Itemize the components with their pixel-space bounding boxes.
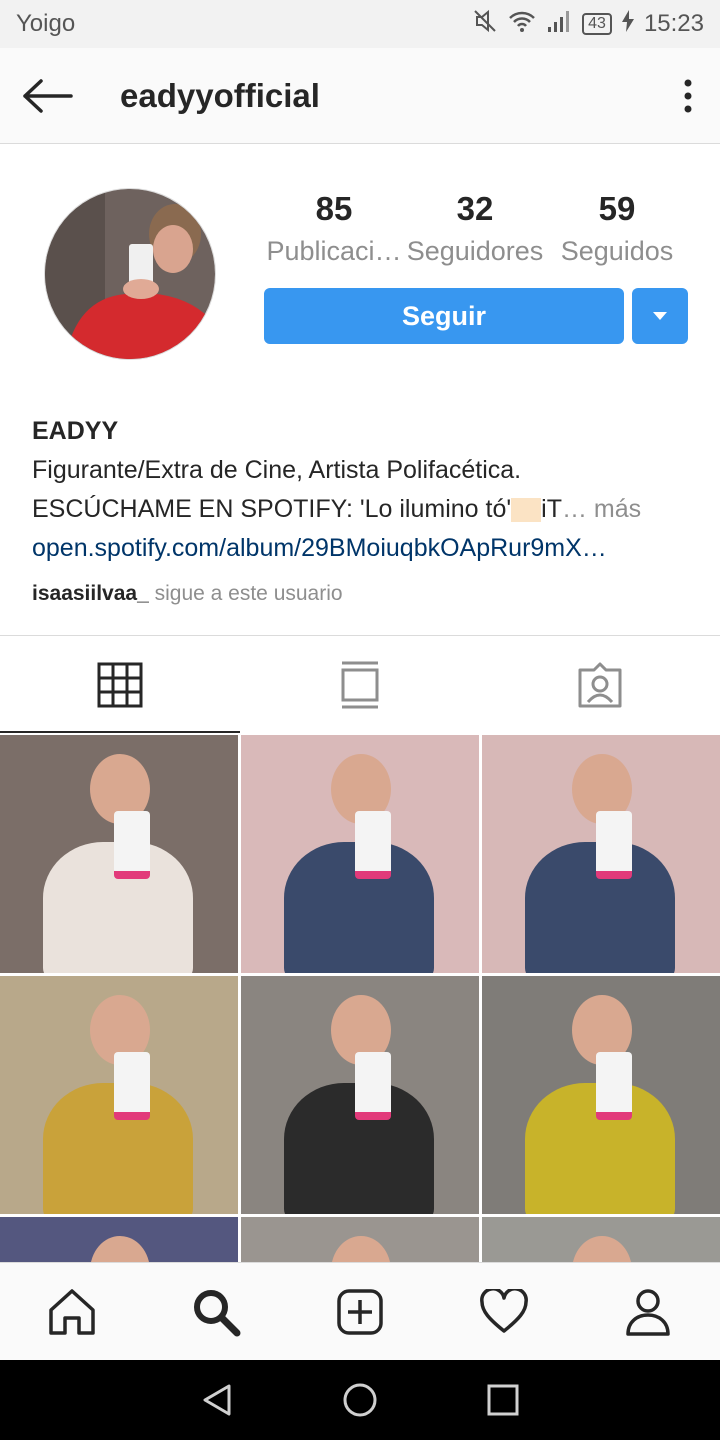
tab-tagged[interactable] xyxy=(480,636,720,733)
back-arrow-icon xyxy=(23,78,73,113)
bio-line-2: ESCÚCHAME EN SPOTIFY: 'Lo ilumino tó' iT…… xyxy=(32,490,692,529)
post-thumbnail[interactable] xyxy=(482,735,720,973)
followed-by-note: isaasiilvaa_ sigue a este usuario xyxy=(32,574,692,613)
home-circle-icon[interactable] xyxy=(343,1383,377,1417)
nav-home[interactable] xyxy=(0,1263,144,1360)
mute-icon xyxy=(472,8,498,41)
header-username: eadyyofficial xyxy=(120,76,320,114)
add-post-icon xyxy=(337,1288,383,1335)
charging-icon xyxy=(621,9,634,39)
post-thumbnail[interactable] xyxy=(241,976,479,1214)
post-phone xyxy=(596,1052,633,1121)
grid-icon xyxy=(97,662,143,707)
nav-activity[interactable] xyxy=(432,1263,576,1360)
profile-bio: EADYY Figurante/Extra de Cine, Artista P… xyxy=(32,412,692,613)
profile-header: eadyyofficial xyxy=(0,48,720,144)
profile-tabs xyxy=(0,635,720,733)
tab-feed[interactable] xyxy=(240,636,480,733)
more-link[interactable]: … más xyxy=(562,495,641,523)
bottom-navigation xyxy=(0,1262,720,1360)
nav-profile[interactable] xyxy=(576,1263,720,1360)
heart-icon xyxy=(480,1288,528,1333)
recents-square-icon[interactable] xyxy=(487,1384,519,1416)
feed-icon xyxy=(341,661,379,708)
status-bar: Yoigo 43 15:23 xyxy=(0,0,720,48)
post-thumbnail[interactable] xyxy=(0,735,238,973)
followed-by-username[interactable]: isaasiilvaa_ xyxy=(32,582,149,605)
follow-button[interactable]: Seguir xyxy=(264,288,624,344)
nav-search[interactable] xyxy=(144,1263,288,1360)
post-thumbnail[interactable] xyxy=(482,976,720,1214)
stat-followers[interactable]: 32 Seguidores xyxy=(404,190,546,267)
posts-label: Publicaci… xyxy=(266,236,402,266)
following-label: Seguidos xyxy=(560,236,674,266)
caret-down-icon xyxy=(653,312,667,320)
options-menu-button[interactable] xyxy=(656,48,720,144)
profile-icon xyxy=(626,1288,670,1336)
stat-posts[interactable]: 85 Publicaci… xyxy=(264,190,404,267)
back-button[interactable] xyxy=(0,48,96,144)
bio-line-1: Figurante/Extra de Cine, Artista Polifac… xyxy=(32,456,522,484)
profile-avatar[interactable] xyxy=(44,188,216,360)
following-count: 59 xyxy=(598,190,636,227)
bio-line-2-text: ESCÚCHAME EN SPOTIFY: 'Lo ilumino tó' xyxy=(32,495,512,523)
carrier-label: Yoigo xyxy=(16,10,76,37)
posts-count: 85 xyxy=(315,190,353,227)
clock-label: 15:23 xyxy=(643,10,704,37)
post-phone xyxy=(355,811,392,880)
bio-line-2-end: iT xyxy=(541,495,562,523)
wifi-icon xyxy=(508,9,536,40)
search-icon xyxy=(194,1289,241,1336)
battery-icon: 43 xyxy=(582,13,612,35)
post-thumbnail[interactable] xyxy=(0,976,238,1214)
followed-by-text: sigue a este usuario xyxy=(148,582,343,605)
post-thumbnail[interactable] xyxy=(241,735,479,973)
status-icons: 43 15:23 xyxy=(472,8,704,41)
nav-add-post[interactable] xyxy=(288,1263,432,1360)
signal-icon xyxy=(546,9,572,40)
post-phone xyxy=(596,811,633,880)
suggestions-dropdown-button[interactable] xyxy=(632,288,688,344)
followers-count: 32 xyxy=(456,190,494,227)
tab-grid[interactable] xyxy=(0,636,240,733)
stat-following[interactable]: 59 Seguidos xyxy=(556,190,678,267)
bio-website-link[interactable]: open.spotify.com/album/29BMoiuqbkOApRur9… xyxy=(32,529,692,568)
more-options-icon xyxy=(684,79,692,112)
home-icon xyxy=(49,1288,95,1335)
post-phone xyxy=(355,1052,392,1121)
tagged-icon xyxy=(578,662,622,707)
post-phone xyxy=(114,811,151,880)
android-navigation-bar xyxy=(0,1360,720,1440)
post-phone xyxy=(114,1052,151,1121)
profile-name: EADYY xyxy=(32,417,119,445)
back-triangle-icon[interactable] xyxy=(201,1383,233,1417)
followers-label: Seguidores xyxy=(406,236,544,266)
emoji-placeholder-icon xyxy=(511,498,542,523)
